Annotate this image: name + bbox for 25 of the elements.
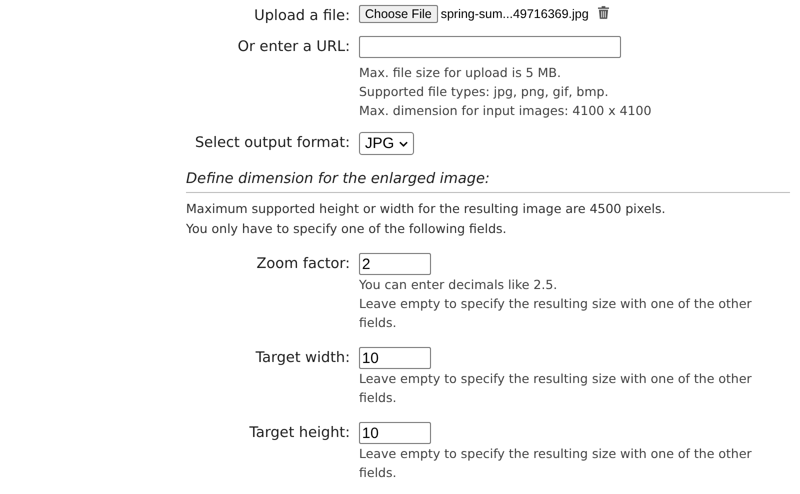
number-field[interactable]: 10	[359, 347, 431, 369]
number-field[interactable]: 10	[359, 422, 431, 444]
hint-text: Max. file size for upload is 5 MB.	[359, 64, 562, 82]
file-name: spring-sum...49716369.jpg	[440, 7, 589, 21]
field-label: Target width:	[254, 349, 350, 366]
hint-text: Leave empty to specify the resulting size with one of the other fields.	[359, 370, 753, 407]
note-text: You only have to specify one of the following fields.	[186, 220, 508, 238]
field-label: Target height:	[248, 424, 350, 441]
hint-text: Leave empty to specify the resulting size with one of the other fields.	[359, 295, 753, 332]
url-field[interactable]	[359, 36, 621, 58]
chevron-down-icon	[399, 140, 408, 146]
hint-text: You can enter decimals like 2.5.	[359, 276, 558, 294]
format-select[interactable]: JPG	[359, 132, 414, 155]
choose-file-button[interactable]: Choose File	[359, 5, 438, 23]
trash-icon[interactable]	[598, 6, 609, 18]
note-text: Maximum supported height or width for the resulting image are 4500 pixels.	[186, 200, 666, 218]
number-field[interactable]: 2	[359, 253, 431, 275]
hint-text: Leave empty to specify the resulting size with one of the other fields.	[359, 445, 753, 482]
section-heading: Define dimension for the enlarged image:	[186, 169, 790, 193]
field-label: Zoom factor:	[255, 255, 350, 272]
hint-text: Max. dimension for input images: 4100 x 4100	[359, 102, 652, 120]
field-label: Upload a file:	[253, 7, 350, 24]
field-label: Or enter a URL:	[236, 38, 350, 55]
field-label: Select output format:	[194, 134, 350, 151]
hint-text: Supported file types: jpg, png, gif, bmp.	[359, 83, 610, 101]
